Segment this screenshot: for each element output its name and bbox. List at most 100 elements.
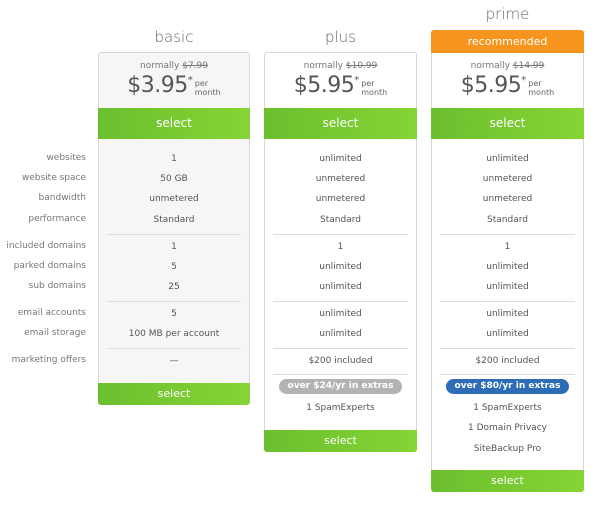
- select-button-bottom[interactable]: select: [264, 430, 417, 452]
- plan-prime: prime recommended normally $14.99 $5.95*…: [431, 0, 584, 505]
- extra-item: 1 SpamExperts: [473, 403, 542, 413]
- extra-item: SiteBackup Pro: [473, 444, 542, 454]
- divider: [440, 234, 575, 235]
- normally-label: normally: [303, 61, 343, 71]
- extras-badge: over $24/yr in extras: [279, 379, 402, 394]
- row-label: included domains: [6, 241, 86, 251]
- cell-marketing-offers: —: [169, 356, 179, 366]
- cell-website-space: 50 GB: [160, 174, 188, 184]
- price-asterisk: *: [521, 75, 527, 86]
- cell-email-accounts: 5: [171, 309, 177, 319]
- extras-badge: over $80/yr in extras: [446, 379, 569, 394]
- cell-email-accounts: unlimited: [319, 309, 362, 319]
- normally-label: normally: [470, 61, 510, 71]
- cell-performance: Standard: [487, 215, 528, 225]
- row-label: performance: [28, 214, 86, 224]
- plan-card: recommended normally $14.99 $5.95* per mon…: [431, 30, 584, 492]
- plan-name: prime: [485, 5, 530, 23]
- row-label: bandwidth: [38, 193, 86, 203]
- recommended-badge: recommended: [431, 30, 584, 53]
- price-asterisk: *: [354, 75, 360, 86]
- divider: [273, 348, 408, 349]
- normal-price: normally $7.99: [99, 61, 249, 71]
- per-month: per month: [361, 79, 387, 97]
- cell-included-domains: 1: [337, 242, 344, 252]
- cell-parked-domains: unlimited: [319, 262, 362, 272]
- normal-price: normally $14.99: [432, 61, 583, 71]
- cell-websites: unlimited: [319, 154, 362, 164]
- row-label: email storage: [24, 328, 86, 338]
- plan-card: normally $7.99 $3.95* per month select 1 5…: [98, 52, 250, 405]
- cell-website-space: unmetered: [482, 174, 533, 184]
- select-button-bottom[interactable]: select: [431, 470, 584, 492]
- divider: [107, 348, 241, 349]
- select-button[interactable]: select: [431, 108, 584, 139]
- month-label: month: [361, 88, 388, 97]
- old-price: $7.99: [182, 61, 208, 71]
- cell-included-domains: 1: [171, 242, 177, 252]
- plan-basic: basic normally $7.99 $3.95* per month sele…: [98, 0, 250, 505]
- per-label: per: [194, 79, 209, 88]
- price: $5.95: [293, 73, 355, 98]
- normally-label: normally: [139, 61, 180, 71]
- select-button[interactable]: select: [264, 108, 417, 139]
- cell-websites: unlimited: [486, 154, 529, 164]
- price-asterisk: *: [187, 75, 193, 86]
- cell-bandwidth: unmetered: [149, 194, 199, 204]
- normal-price: normally $10.99: [265, 61, 416, 71]
- plan-card: normally $10.99 $5.95* per month select un…: [264, 52, 417, 452]
- cell-performance: Standard: [153, 215, 195, 225]
- old-price: $14.99: [512, 61, 545, 71]
- price: $5.95: [460, 73, 522, 98]
- price-line: $5.95* per month: [432, 73, 583, 98]
- divider: [107, 301, 241, 302]
- divider: [273, 374, 408, 375]
- month-label: month: [528, 88, 555, 97]
- cell-email-storage: 100 MB per account: [128, 329, 220, 339]
- cell-websites: 1: [171, 154, 177, 164]
- cell-website-space: unmetered: [315, 174, 366, 184]
- price-line: $3.95* per month: [99, 73, 249, 98]
- row-label: parked domains: [13, 261, 86, 271]
- month-label: month: [194, 88, 221, 97]
- cell-email-storage: unlimited: [319, 329, 362, 339]
- cell-email-storage: unlimited: [486, 329, 529, 339]
- per-month: per month: [528, 79, 554, 97]
- per-label: per: [528, 79, 542, 88]
- row-label: website space: [21, 173, 86, 183]
- per-label: per: [361, 79, 375, 88]
- old-price: $10.99: [345, 61, 378, 71]
- row-label: marketing offers: [11, 355, 86, 365]
- plan-plus: plus normally $10.99 $5.95* per month sele…: [264, 0, 417, 505]
- cell-sub-domains: unlimited: [486, 282, 529, 292]
- plan-name: plus: [324, 28, 356, 46]
- cell-included-domains: 1: [504, 242, 511, 252]
- price-line: $5.95* per month: [265, 73, 416, 98]
- select-button-bottom[interactable]: select: [98, 383, 250, 405]
- divider: [440, 374, 575, 375]
- divider: [273, 234, 408, 235]
- extra-item: 1 Domain Privacy: [468, 423, 547, 433]
- row-label: sub domains: [28, 281, 86, 291]
- divider: [440, 301, 575, 302]
- cell-parked-domains: 5: [171, 262, 177, 272]
- divider: [273, 301, 408, 302]
- extra-item: 1 SpamExperts: [306, 403, 375, 413]
- cell-marketing-offers: $200 included: [308, 356, 373, 366]
- cell-marketing-offers: $200 included: [475, 356, 540, 366]
- cell-parked-domains: unlimited: [486, 262, 529, 272]
- cell-sub-domains: 25: [168, 282, 180, 292]
- cell-bandwidth: unmetered: [315, 194, 366, 204]
- row-label: email accounts: [17, 308, 86, 318]
- plan-name: basic: [154, 28, 194, 46]
- select-button[interactable]: select: [98, 108, 250, 139]
- cell-sub-domains: unlimited: [319, 282, 362, 292]
- row-label: websites: [46, 153, 86, 163]
- divider: [440, 348, 575, 349]
- per-month: per month: [195, 79, 221, 97]
- cell-performance: Standard: [320, 215, 361, 225]
- price: $3.95: [127, 73, 188, 98]
- cell-bandwidth: unmetered: [482, 194, 533, 204]
- cell-email-accounts: unlimited: [486, 309, 529, 319]
- divider: [107, 234, 241, 235]
